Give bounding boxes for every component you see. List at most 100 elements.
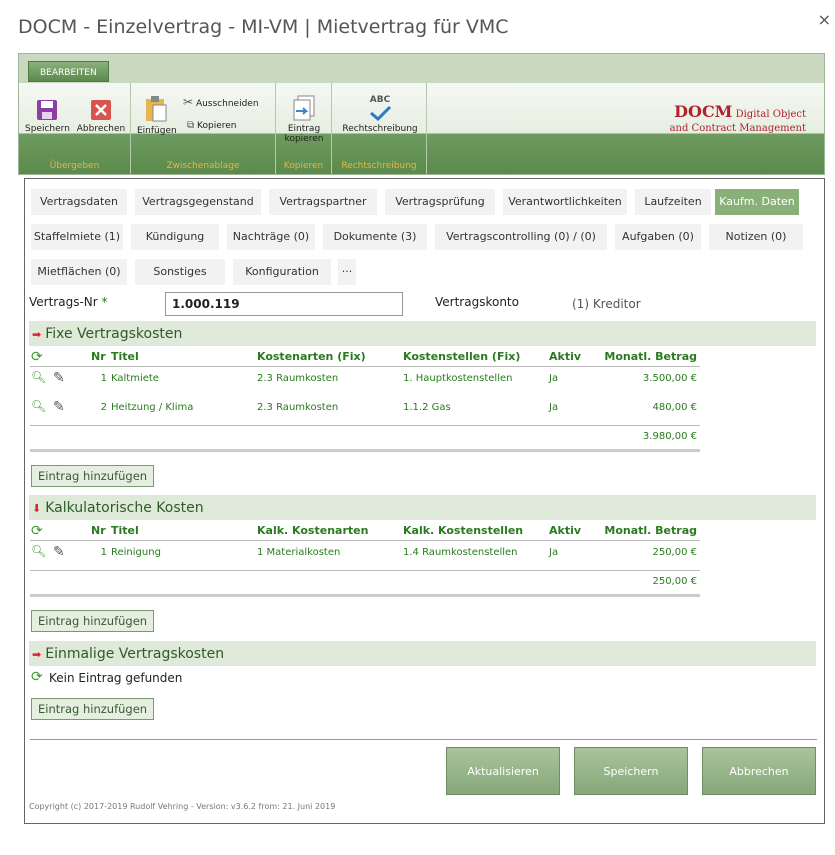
table-bottom bbox=[30, 594, 700, 597]
checkmark-icon bbox=[370, 105, 392, 121]
tab-aufgaben-0[interactable]: Aufgaben (0) bbox=[615, 224, 701, 250]
group-rechtschreibung: ABC Rechtschreibung Rechtschreibung bbox=[332, 83, 427, 174]
table-cell: Reinigung bbox=[111, 547, 161, 558]
header-divider bbox=[30, 540, 700, 541]
copy-button[interactable]: ⧉ Kopieren bbox=[187, 121, 267, 132]
divider bbox=[30, 739, 817, 740]
group-kopieren: Eintrag kopieren Kopieren bbox=[276, 83, 332, 174]
paste-button[interactable]: Einfügen bbox=[137, 95, 177, 136]
column-header: Kostenarten (Fix) bbox=[257, 350, 366, 363]
section-einmalig[interactable]: ➡ Einmalige Vertragskosten bbox=[29, 641, 816, 666]
table-cell: Ja bbox=[549, 402, 559, 413]
copyright: Copyright (c) 2017-2019 Rudolf Vehring -… bbox=[29, 802, 336, 811]
save-button-footer[interactable]: Speichern bbox=[574, 747, 688, 795]
table-cell: 480,00 € bbox=[652, 402, 697, 413]
add-entry-button-kalk[interactable]: Eintrag hinzufügen bbox=[31, 610, 155, 632]
table-cell: Kaltmiete bbox=[111, 373, 159, 384]
ribbon: BEARBEITEN Speichern Abbrechen Übergeben… bbox=[18, 53, 825, 175]
tab-nachträge-0[interactable]: Nachträge (0) bbox=[227, 224, 315, 250]
group-label: Kopieren bbox=[283, 161, 324, 171]
save-button[interactable]: Speichern bbox=[25, 99, 70, 134]
tab-mietflächen-0[interactable]: Mietflächen (0) bbox=[31, 259, 127, 285]
tab-kaufm-daten[interactable]: Kaufm. Daten bbox=[715, 189, 799, 215]
close-icon[interactable]: × bbox=[818, 10, 831, 29]
tab-vertragscontrolling-0-0[interactable]: Vertragscontrolling (0) / (0) bbox=[435, 224, 607, 250]
save-icon bbox=[37, 100, 57, 120]
tab-more[interactable]: ··· bbox=[338, 259, 356, 285]
edit-icon[interactable]: ✎ bbox=[53, 544, 65, 560]
table-cell: 1.4 Raumkostenstellen bbox=[403, 547, 518, 558]
brand-logo: DOCM Digital Object and Contract Managem… bbox=[669, 102, 806, 135]
refresh-icon[interactable]: ⟳ bbox=[31, 523, 43, 539]
tab-staffelmiete-1[interactable]: Staffelmiete (1) bbox=[31, 224, 123, 250]
table-cell: 1 bbox=[100, 547, 107, 558]
table-cell: 1 Materialkosten bbox=[257, 547, 341, 558]
tab-vertragsprüfung[interactable]: Vertragsprüfung bbox=[385, 189, 495, 215]
group-label: Rechtschreibung bbox=[341, 161, 417, 171]
table-cell: 250,00 € bbox=[652, 547, 697, 558]
empty-message: Kein Eintrag gefunden bbox=[49, 671, 183, 685]
edit-icon[interactable]: ✎ bbox=[53, 399, 65, 415]
table-cell: 1 bbox=[100, 373, 107, 384]
group-label: Übergeben bbox=[49, 161, 100, 171]
group-label: Zwischenablage bbox=[166, 161, 240, 171]
expand-arrow-icon: ⬇ bbox=[32, 502, 42, 515]
cancel-ribbon-button[interactable]: Abbrechen bbox=[75, 99, 127, 134]
ribbon-body: Speichern Abbrechen Übergeben Einfügen ✂… bbox=[19, 83, 824, 174]
tab-vertragspartner[interactable]: Vertragspartner bbox=[269, 189, 377, 215]
table-cell: 2 bbox=[100, 402, 107, 413]
edit-icon[interactable]: ✎ bbox=[53, 370, 65, 386]
table-cell: 1.1.2 Gas bbox=[403, 402, 451, 413]
table-bottom bbox=[30, 449, 700, 452]
search-icon[interactable]: 🔍︎ bbox=[31, 399, 46, 413]
total-amount: 250,00 € bbox=[652, 576, 697, 587]
group-uebergeben: Speichern Abbrechen Übergeben bbox=[19, 83, 131, 174]
ribbon-tab-bearbeiten[interactable]: BEARBEITEN bbox=[28, 61, 109, 82]
search-icon[interactable]: 🔍︎ bbox=[31, 544, 46, 558]
total-divider bbox=[30, 425, 700, 426]
cut-button[interactable]: ✂ Ausschneiden bbox=[183, 96, 273, 109]
cancel-button-footer[interactable]: Abbrechen bbox=[702, 747, 816, 795]
column-header: Aktiv bbox=[549, 524, 582, 537]
expand-arrow-icon: ➡ bbox=[32, 648, 42, 661]
spellcheck-button[interactable]: ABC Rechtschreibung bbox=[336, 95, 424, 134]
section-fixe[interactable]: ➡ Fixe Vertragskosten bbox=[29, 321, 816, 346]
total-divider bbox=[30, 570, 700, 571]
vertrags-nr-input[interactable]: 1.000.119 bbox=[165, 292, 403, 316]
window-title: DOCM - Einzelvertrag - MI-VM | Mietvertr… bbox=[18, 16, 509, 38]
cancel-icon bbox=[91, 100, 111, 120]
tab-verantwortlichkeiten[interactable]: Verantwortlichkeiten bbox=[503, 189, 627, 215]
refresh-button[interactable]: Aktualisieren bbox=[446, 747, 560, 795]
refresh-icon[interactable]: ⟳ bbox=[31, 669, 43, 685]
column-header: Monatl. Betrag bbox=[604, 350, 697, 363]
add-entry-button-einmalig[interactable]: Eintrag hinzufügen bbox=[31, 698, 155, 720]
group-zwischenablage: Einfügen ✂ Ausschneiden ⧉ Kopieren Zwisc… bbox=[131, 83, 276, 174]
tab-kündigung[interactable]: Kündigung bbox=[131, 224, 219, 250]
section-kalk[interactable]: ⬇ Kalkulatorische Kosten bbox=[29, 495, 816, 520]
copy-entry-button[interactable]: Eintrag kopieren bbox=[279, 95, 329, 144]
column-header: Kalk. Kostenarten bbox=[257, 524, 369, 537]
column-header: Kalk. Kostenstellen bbox=[403, 524, 524, 537]
column-header: Titel bbox=[111, 350, 139, 363]
table-cell: 3.500,00 € bbox=[642, 373, 697, 384]
tab-vertragsdaten[interactable]: Vertragsdaten bbox=[31, 189, 127, 215]
refresh-icon[interactable]: ⟳ bbox=[31, 349, 43, 365]
table-cell: 1. Hauptkostenstellen bbox=[403, 373, 513, 384]
total-amount: 3.980,00 € bbox=[642, 431, 697, 442]
vertrags-nr-label: Vertrags-Nr * bbox=[29, 295, 108, 309]
header-divider bbox=[30, 366, 700, 367]
table-cell: 2.3 Raumkosten bbox=[257, 373, 339, 384]
main-panel: Vertragsdaten Vertragsgegenstand Vertragsp… bbox=[24, 178, 825, 824]
tab-konfiguration[interactable]: Konfiguration bbox=[233, 259, 331, 285]
search-icon[interactable]: 🔍︎ bbox=[31, 370, 46, 384]
column-header: Kostenstellen (Fix) bbox=[403, 350, 521, 363]
vertragskonto-label: Vertragskonto bbox=[435, 295, 519, 309]
tab-dokumente-3[interactable]: Dokumente (3) bbox=[323, 224, 427, 250]
column-header: Aktiv bbox=[549, 350, 582, 363]
add-entry-button-fixe[interactable]: Eintrag hinzufügen bbox=[31, 465, 155, 487]
tab-vertragsgegenstand[interactable]: Vertragsgegenstand bbox=[135, 189, 261, 215]
table-cell: Ja bbox=[549, 373, 559, 384]
tab-notizen-0[interactable]: Notizen (0) bbox=[709, 224, 803, 250]
tab-laufzeiten[interactable]: Laufzeiten bbox=[635, 189, 711, 215]
tab-sonstiges[interactable]: Sonstiges bbox=[135, 259, 225, 285]
